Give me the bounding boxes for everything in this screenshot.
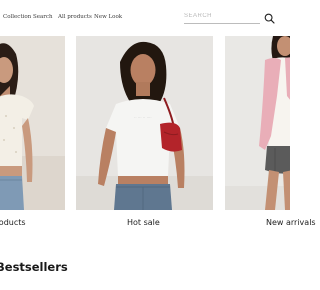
search-button[interactable] [264, 11, 275, 24]
nav-link-new-look[interactable]: New Look [94, 14, 122, 20]
collection-card-products[interactable] [0, 36, 65, 210]
collection-card-hot-sale[interactable]: ·· ··· ·· ···· [76, 36, 213, 210]
search-input[interactable] [184, 9, 260, 24]
top-navigation: Collection Search All products New Look [0, 0, 290, 32]
search-icon [264, 13, 275, 24]
collection-label-hot-sale[interactable]: Hot sale [127, 218, 160, 227]
svg-text:·· ··· ·· ····: ·· ··· ·· ···· [134, 115, 152, 119]
bestsellers-heading: Bestsellers [0, 260, 68, 274]
search-bar [184, 9, 276, 24]
collection-label-new-arrivals[interactable]: New arrivals [266, 218, 316, 227]
model-photo-products [0, 36, 65, 210]
collection-label-products[interactable]: Products [0, 218, 26, 227]
model-photo-hot-sale: ·· ··· ·· ···· [76, 36, 213, 210]
nav-link-collection[interactable]: Collection [3, 14, 31, 20]
model-photo-new-arrivals [225, 36, 290, 210]
collection-card-new-arrivals[interactable] [225, 36, 290, 210]
nav-link-all-products[interactable]: All products [58, 14, 92, 20]
nav-link-search[interactable]: Search [33, 14, 53, 20]
